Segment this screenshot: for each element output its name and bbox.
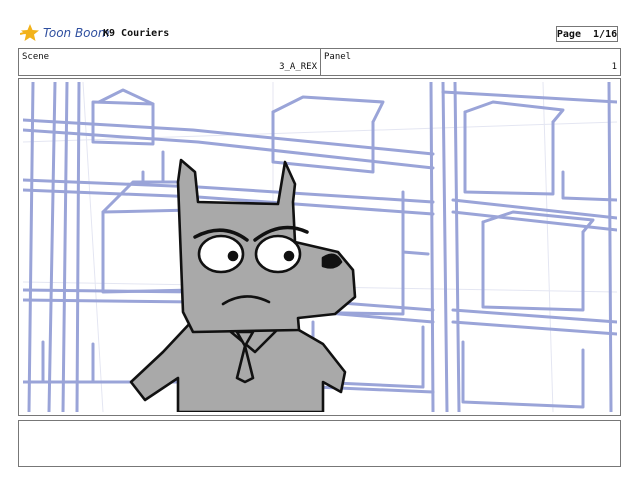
scene-label: Scene (22, 52, 50, 62)
project-title: K9 Couriers (103, 28, 170, 39)
panel-value: 1 (611, 62, 617, 72)
scene-cell: Scene 3_A_REX (19, 49, 321, 75)
notes-box (18, 420, 621, 467)
toon-boom-logo: Toon Boom (20, 22, 110, 44)
storyboard-frame (18, 78, 621, 416)
scene-value: 3_A_REX (279, 62, 317, 72)
logo-text: Toon Boom (43, 26, 110, 40)
storyboard-drawing (23, 82, 617, 412)
page-indicator: Page 1/16 (556, 26, 618, 42)
page-label: Page (556, 28, 581, 40)
panel-info-bar: Scene 3_A_REX Panel 1 (18, 48, 621, 76)
page-number: 1/16 (593, 28, 618, 40)
star-icon (20, 24, 39, 41)
panel-cell: Panel 1 (321, 49, 620, 75)
panel-label: Panel (324, 52, 352, 62)
